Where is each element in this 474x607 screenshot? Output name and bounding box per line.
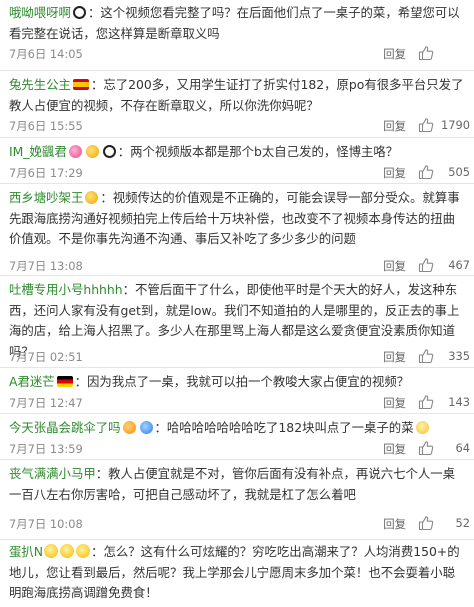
comment-body: IM_娩颻君 ：两个视频版本都是那个b太自己发的，怪博主咯？ [9,142,466,163]
like-count: 64 [455,441,471,455]
emoji-icon [76,544,91,558]
comment-item: 吐槽专用小号hhhhh：不管后面干了什么，即使他平时是个天大的好人，发这种东西，… [0,276,474,368]
like-count: 143 [448,395,470,409]
reply-button[interactable]: 回复 [383,395,406,411]
comment-username[interactable]: 蛋扒N [9,544,43,559]
comment-body: 今天张晶会跳伞了吗 ：哈哈哈哈哈哈哈吃了182块叫点了一桌子的菜 [9,418,466,439]
comment-item: A君迷芒 ：因为我点了一桌，我就可以拍一个教唆大家占便宜的视频？ 7月7日 12:… [0,368,474,414]
comment-time: 7月7日 02:51 [9,350,83,364]
comment-meta: 7月7日 13:59 回复 64 [9,440,474,458]
spain-flag-icon [72,79,89,90]
like-count: 1790 [441,118,470,132]
comment-feed: 哦呦喂呀啊 ：这个视频您看完整了吗？在后面他们点了一桌子的菜，希望您可以看完整在说… [0,0,474,607]
emoji-icon [60,544,75,558]
comment-body: 丧气满满小马甲：教人占便宜就是不对，管你后面有没有补点，再说六七个人一桌一百八左… [9,464,466,505]
comment-username[interactable]: 兔先生公主 [9,77,71,92]
comment-meta: 7月7日 02:51 回复 335 [9,348,474,366]
heart-badge-icon [68,145,82,158]
comment-item: 丧气满满小马甲：教人占便宜就是不对，管你后面有没有补点，再说六七个人一桌一百八左… [0,460,474,540]
comment-item: 蛋扒N ：怎么？这有什么可炫耀的？穷吃吃出高潮来了？人均消费150+的地儿，您让看… [0,540,474,607]
reply-button[interactable]: 回复 [383,258,406,274]
comment-item: 兔先生公主 ：忘了200多，又用学生证打了折实付182，原po有很多平台只发了教人… [0,71,474,138]
comment-time: 7月7日 10:08 [9,517,83,531]
like-button[interactable]: 64 [410,440,474,458]
crown-badge-icon [85,145,99,158]
like-button[interactable]: 52 [410,515,474,533]
comment-meta: 7月7日 10:08 回复 52 [9,515,474,533]
comment-body: A君迷芒 ：因为我点了一桌，我就可以拍一个教唆大家占便宜的视频？ [9,372,466,393]
like-count: 467 [448,258,470,272]
comment-body: 蛋扒N ：怎么？这有什么可炫耀的？穷吃吃出高潮来了？人均消费150+的地儿，您让看… [9,542,466,604]
comment-time: 7月7日 13:08 [9,259,83,273]
smile-emoji-icon [415,421,429,434]
germany-flag-icon [56,376,73,387]
like-count: 505 [448,165,470,179]
thumbs-up-icon [418,165,434,180]
thumbs-up-icon [418,395,434,410]
comment-time: 7月7日 12:47 [9,396,83,410]
comment-username[interactable]: A君迷芒 [9,374,55,389]
thumbs-up-icon [418,46,434,61]
thumbs-up-icon [418,349,434,364]
medal-badge-icon [85,191,99,204]
comment-body: 西乡塘吵架王 ：视频传达的价值观是不正确的，可能会误导一部分受众。就算事先跟海底捞… [9,188,466,250]
comment-time: 7月6日 15:55 [9,119,83,133]
panda-badge-icon [102,145,116,158]
comment-meta: 7月7日 12:47 回复 143 [9,394,474,412]
comment-username[interactable]: 今天张晶会跳伞了吗 [9,420,121,435]
like-button[interactable]: 143 [410,394,474,412]
reply-button[interactable]: 回复 [383,516,406,532]
reply-button[interactable]: 回复 [383,349,406,365]
thumbs-up-icon [418,441,434,456]
comment-body: 哦呦喂呀啊 ：这个视频您看完整了吗？在后面他们点了一桌子的菜，希望您可以看完整在说… [9,3,466,44]
comment-meta: 7月7日 13:08 回复 467 [9,257,474,275]
reply-button[interactable]: 回复 [383,46,406,62]
comment-meta: 7月6日 15:55 回复 1790 [9,117,474,135]
thumbs-up-icon [418,258,434,273]
like-button[interactable] [410,45,474,63]
reply-button[interactable]: 回复 [383,165,406,181]
comment-item: IM_娩颻君 ：两个视频版本都是那个b太自己发的，怪博主咯？ 7月6日 17:29… [0,138,474,184]
comment-item: 西乡塘吵架王 ：视频传达的价值观是不正确的，可能会误导一部分受众。就算事先跟海底捞… [0,184,474,276]
emoji-icon [44,544,59,558]
comment-username[interactable]: 西乡塘吵架王 [9,190,83,205]
like-button[interactable]: 467 [410,257,474,275]
comment-time: 7月6日 14:05 [9,47,83,61]
like-button[interactable]: 1790 [410,117,474,135]
comment-text: ：两个视频版本都是那个b太自己发的，怪博主咯？ [117,144,399,159]
like-count: 52 [455,516,471,530]
like-count: 335 [448,349,470,363]
comment-time: 7月6日 17:29 [9,166,83,180]
reply-button[interactable]: 回复 [383,441,406,457]
panda-badge-icon [72,6,86,19]
comment-body: 兔先生公主 ：忘了200多，又用学生证打了折实付182，原po有很多平台只发了教人… [9,75,466,116]
basketball-badge-icon [122,421,136,434]
thumbs-up-icon [418,516,434,531]
comment-text: ：哈哈哈哈哈哈哈吃了182块叫点了一桌子的菜 [154,420,414,435]
comment-meta: 7月6日 14:05 回复 [9,45,474,63]
comment-item: 今天张晶会跳伞了吗 ：哈哈哈哈哈哈哈吃了182块叫点了一桌子的菜 7月7日 13:… [0,414,474,460]
like-button[interactable]: 335 [410,348,474,366]
comment-username[interactable]: 吐槽专用小号hhhhh [9,282,123,297]
vip-badge-icon [139,421,153,434]
reply-button[interactable]: 回复 [383,118,406,134]
comment-username[interactable]: 丧气满满小马甲 [9,466,96,481]
comment-username[interactable]: IM_娩颻君 [9,144,67,159]
comment-username[interactable]: 哦呦喂呀啊 [9,5,71,20]
comment-item: 哦呦喂呀啊 ：这个视频您看完整了吗？在后面他们点了一桌子的菜，希望您可以看完整在说… [0,0,474,71]
thumbs-up-icon [418,118,434,133]
comment-meta: 7月6日 17:29 回复 505 [9,164,474,182]
comment-time: 7月7日 13:59 [9,442,83,456]
like-button[interactable]: 505 [410,164,474,182]
comment-text: ：因为我点了一桌，我就可以拍一个教唆大家占便宜的视频？ [74,374,410,389]
